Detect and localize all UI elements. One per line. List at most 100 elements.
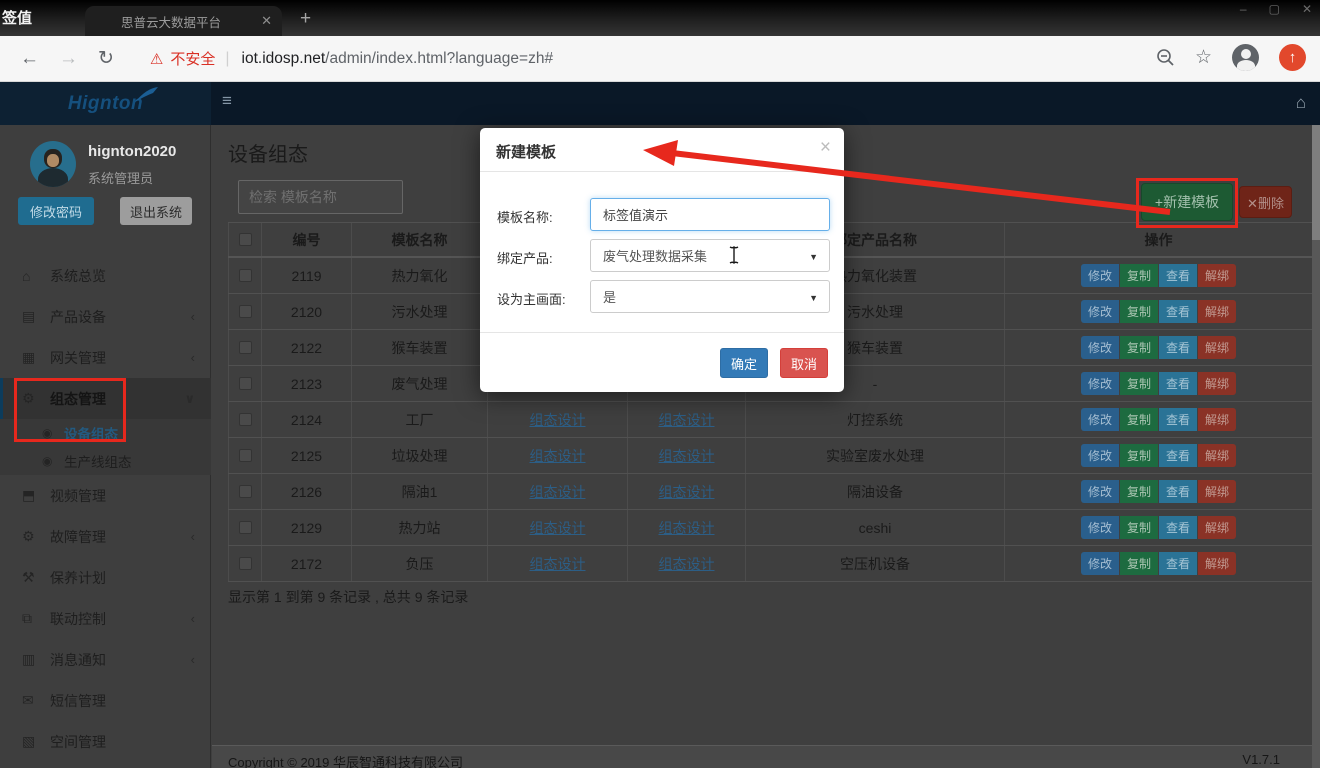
browser-update-icon[interactable]: ↑ xyxy=(1279,44,1306,71)
edit-button[interactable]: 修改 xyxy=(1081,552,1119,575)
unbind-button[interactable]: 解绑 xyxy=(1198,264,1236,287)
config-design-link[interactable]: 组态设计 xyxy=(659,482,715,502)
copy-button[interactable]: 复制 xyxy=(1120,552,1158,575)
forward-icon[interactable]: → xyxy=(59,48,78,70)
config-design-link[interactable]: 组态设计 xyxy=(530,554,586,574)
config-design-link[interactable]: 组态设计 xyxy=(659,518,715,538)
close-window-icon[interactable]: ✕ xyxy=(1302,2,1312,16)
zoom-out-icon[interactable] xyxy=(1156,48,1175,67)
unbind-button[interactable]: 解绑 xyxy=(1198,444,1236,467)
edit-button[interactable]: 修改 xyxy=(1081,408,1119,431)
row-checkbox[interactable] xyxy=(239,557,252,570)
edit-button[interactable]: 修改 xyxy=(1081,300,1119,323)
sidebar-menu-item[interactable]: ▥ 消息通知 ‹ xyxy=(0,639,211,680)
view-button[interactable]: 查看 xyxy=(1159,516,1197,539)
unbind-button[interactable]: 解绑 xyxy=(1198,516,1236,539)
select-all-checkbox[interactable] xyxy=(239,233,252,246)
row-checkbox[interactable] xyxy=(239,305,252,318)
config-design-link[interactable]: 组态设计 xyxy=(530,482,586,502)
unbind-button[interactable]: 解绑 xyxy=(1198,336,1236,359)
config-design-link[interactable]: 组态设计 xyxy=(659,410,715,430)
scrollbar-thumb[interactable] xyxy=(1312,125,1320,240)
sidebar-menu-item[interactable]: ▧ 空间管理 xyxy=(0,721,211,762)
sidebar-menu-item[interactable]: ⚒ 保养计划 xyxy=(0,557,211,598)
copy-button[interactable]: 复制 xyxy=(1120,480,1158,503)
view-button[interactable]: 查看 xyxy=(1159,444,1197,467)
change-password-button[interactable]: 修改密码 xyxy=(18,197,94,225)
sidebar-menu-item[interactable]: ▤ 产品设备 ‹ xyxy=(0,296,211,337)
new-tab-button[interactable]: + xyxy=(300,8,311,30)
sidebar-menu-item[interactable]: ⚙ 组态管理 ∨ xyxy=(0,378,211,419)
config-design-link[interactable]: 组态设计 xyxy=(659,554,715,574)
sidebar-menu-item[interactable]: ⚙ 故障管理 ‹ xyxy=(0,516,211,557)
reload-icon[interactable]: ↻ xyxy=(98,47,114,70)
back-icon[interactable]: ← xyxy=(20,48,39,70)
unbind-button[interactable]: 解绑 xyxy=(1198,552,1236,575)
edit-button[interactable]: 修改 xyxy=(1081,444,1119,467)
edit-button[interactable]: 修改 xyxy=(1081,516,1119,539)
row-checkbox[interactable] xyxy=(239,269,252,282)
edit-button[interactable]: 修改 xyxy=(1081,372,1119,395)
bind-product-select[interactable]: 废气处理数据采集▼ xyxy=(590,239,830,272)
cancel-button[interactable]: 取消 xyxy=(780,348,828,378)
sidebar-toggle-icon[interactable]: ≡ xyxy=(222,92,232,109)
unbind-button[interactable]: 解绑 xyxy=(1198,408,1236,431)
search-input[interactable] xyxy=(238,180,403,214)
modal-close-icon[interactable]: × xyxy=(820,137,831,159)
view-button[interactable]: 查看 xyxy=(1159,372,1197,395)
copy-button[interactable]: 复制 xyxy=(1120,300,1158,323)
bookmark-star-icon[interactable]: ☆ xyxy=(1195,46,1212,69)
unbind-button[interactable]: 解绑 xyxy=(1198,372,1236,395)
unbind-button[interactable]: 解绑 xyxy=(1198,300,1236,323)
sidebar-menu-item[interactable]: ⬒ 视频管理 xyxy=(0,475,211,516)
sidebar-menu-item[interactable]: ✉ 短信管理 xyxy=(0,680,211,721)
view-button[interactable]: 查看 xyxy=(1159,300,1197,323)
row-checkbox[interactable] xyxy=(239,521,252,534)
config-design-link[interactable]: 组态设计 xyxy=(659,446,715,466)
sidebar-submenu-item[interactable]: ◉ 生产线组态 xyxy=(0,447,211,475)
row-checkbox[interactable] xyxy=(239,449,252,462)
sidebar-menu-item[interactable]: ⌂ 系统总览 xyxy=(0,255,211,296)
maximize-icon[interactable]: ▢ xyxy=(1269,2,1280,16)
template-name-input[interactable]: 标签值演示 xyxy=(590,198,830,231)
row-checkbox[interactable] xyxy=(239,485,252,498)
logout-button[interactable]: 退出系统 xyxy=(120,197,192,225)
config-design-link[interactable]: 组态设计 xyxy=(530,410,586,430)
copy-button[interactable]: 复制 xyxy=(1120,372,1158,395)
main-screen-select[interactable]: 是▼ xyxy=(590,280,830,313)
browser-profile-icon[interactable] xyxy=(1232,44,1259,71)
copy-button[interactable]: 复制 xyxy=(1120,336,1158,359)
navbar-home-icon[interactable]: ⌂ xyxy=(1296,93,1306,113)
row-checkbox[interactable] xyxy=(239,413,252,426)
url-text[interactable]: iot.idosp.net/admin/index.html?language=… xyxy=(242,50,554,68)
copy-button[interactable]: 复制 xyxy=(1120,408,1158,431)
view-button[interactable]: 查看 xyxy=(1159,408,1197,431)
copy-button[interactable]: 复制 xyxy=(1120,264,1158,287)
confirm-button[interactable]: 确定 xyxy=(720,348,768,378)
view-button[interactable]: 查看 xyxy=(1159,336,1197,359)
row-checkbox[interactable] xyxy=(239,341,252,354)
edit-button[interactable]: 修改 xyxy=(1081,480,1119,503)
scrollbar-track[interactable] xyxy=(1312,125,1320,768)
edit-button[interactable]: 修改 xyxy=(1081,336,1119,359)
delete-button[interactable]: ✕删除 xyxy=(1239,186,1292,218)
config-design-link[interactable]: 组态设计 xyxy=(530,446,586,466)
tab-close-icon[interactable]: ✕ xyxy=(261,13,272,29)
row-checkbox[interactable] xyxy=(239,377,252,390)
edit-button[interactable]: 修改 xyxy=(1081,264,1119,287)
view-button[interactable]: 查看 xyxy=(1159,552,1197,575)
sidebar-submenu-item[interactable]: ◉ 设备组态 xyxy=(0,419,211,447)
view-button[interactable]: 查看 xyxy=(1159,480,1197,503)
browser-tab[interactable]: 思普云大数据平台 ✕ xyxy=(85,6,282,36)
unbind-button[interactable]: 解绑 xyxy=(1198,480,1236,503)
copy-button[interactable]: 复制 xyxy=(1120,444,1158,467)
sidebar-menu-item[interactable]: ⧉ 联动控制 ‹ xyxy=(0,598,211,639)
row-actions: 修改 复制 查看 解绑 xyxy=(1081,516,1236,539)
config-design-link[interactable]: 组态设计 xyxy=(530,518,586,538)
copy-button[interactable]: 复制 xyxy=(1120,516,1158,539)
url-bar[interactable]: ⚠ 不安全 | iot.idosp.net/admin/index.html?l… xyxy=(150,48,553,69)
sidebar-menu-item[interactable]: ▦ 网关管理 ‹ xyxy=(0,337,211,378)
minimize-icon[interactable]: – xyxy=(1240,2,1247,16)
new-template-button[interactable]: +新建模板 xyxy=(1141,183,1233,221)
view-button[interactable]: 查看 xyxy=(1159,264,1197,287)
